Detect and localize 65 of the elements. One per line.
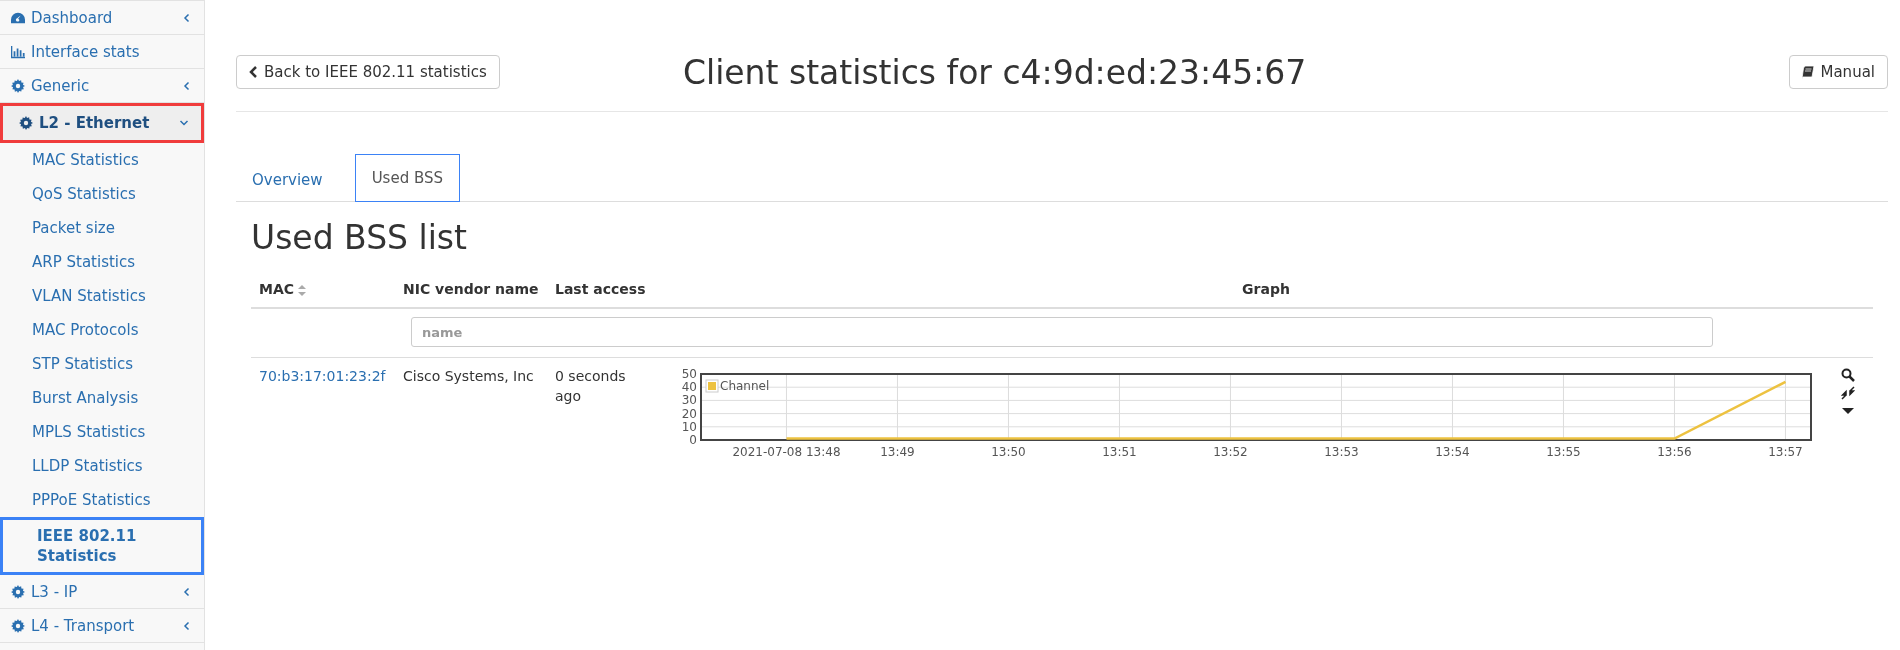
sidebar-subitem[interactable]: MAC Statistics bbox=[0, 143, 204, 177]
y-tick-label: 40 bbox=[681, 380, 697, 395]
x-tick-label: 13:52 bbox=[1213, 445, 1248, 459]
tab[interactable]: Used BSS bbox=[354, 154, 460, 202]
y-tick-label: 0 bbox=[689, 433, 697, 447]
x-tick-label: 13:50 bbox=[991, 445, 1026, 459]
compress-icon[interactable] bbox=[1841, 386, 1855, 400]
back-button[interactable]: Back to IEEE 802.11 statistics bbox=[236, 55, 500, 89]
chart-legend: Channel bbox=[705, 379, 770, 393]
sidebar-subitem[interactable]: ARP Statistics bbox=[0, 245, 204, 279]
sidebar-item[interactable]: Interface stats bbox=[0, 35, 204, 69]
x-tick-label: 13:49 bbox=[880, 445, 915, 459]
sort-icon bbox=[298, 284, 307, 296]
section-title: Used BSS list bbox=[251, 218, 468, 257]
column-header[interactable]: MAC bbox=[251, 271, 395, 307]
legend-label: Channel bbox=[720, 379, 770, 393]
search-icon[interactable] bbox=[1841, 368, 1855, 382]
column-header: NIC vendor name bbox=[402, 280, 540, 299]
sidebar-item[interactable]: L3 - IP bbox=[0, 575, 204, 609]
x-tick-label: 13:56 bbox=[1657, 445, 1692, 459]
sidebar-subitem[interactable]: QoS Statistics bbox=[0, 177, 204, 211]
y-tick-label: 10 bbox=[681, 419, 697, 434]
column-header: Last access bbox=[554, 280, 647, 299]
chevron-down-icon bbox=[179, 118, 189, 128]
sidebar-subitem[interactable]: LLDP Statistics bbox=[0, 449, 204, 483]
chevron-left-icon bbox=[182, 12, 192, 23]
manual-button[interactable]: Manual bbox=[1789, 55, 1888, 89]
x-tick-label: 13:57 bbox=[1768, 445, 1803, 459]
filter-field[interactable]: name bbox=[411, 317, 1713, 347]
bar-chart-icon bbox=[11, 44, 25, 59]
y-tick-label: 20 bbox=[681, 406, 697, 421]
sidebar-item[interactable]: Dashboard bbox=[0, 1, 204, 35]
page-title: Client statistics for c4:9d:ed:23:45:67 bbox=[682, 52, 1307, 92]
chevron-left-icon bbox=[182, 586, 192, 597]
x-tick-label: 13:53 bbox=[1324, 445, 1359, 459]
chevron-left-icon bbox=[182, 620, 192, 631]
chevron-left-icon bbox=[182, 80, 192, 91]
sidebar-subitem[interactable]: Packet size bbox=[0, 211, 204, 245]
sidebar-subitem[interactable]: MPLS Statistics bbox=[0, 415, 204, 449]
x-tick-label: 2021-07-08 13:48 bbox=[732, 445, 841, 459]
sidebar-item[interactable]: L4 - Transport bbox=[0, 609, 204, 643]
y-tick-label: 30 bbox=[681, 393, 697, 408]
gauge-icon bbox=[11, 10, 25, 25]
gear-icon bbox=[11, 584, 25, 599]
sidebar-item[interactable]: L2 - Ethernet bbox=[0, 103, 204, 143]
chevron-left-icon bbox=[249, 66, 258, 78]
table-cell-text: Cisco Systems, Inc bbox=[402, 367, 535, 386]
x-tick-label: 13:54 bbox=[1435, 445, 1470, 459]
y-tick-label: 50 bbox=[681, 368, 697, 381]
sidebar-subitem[interactable]: IEEE 802.11 Statistics bbox=[0, 517, 204, 575]
sidebar-subitem[interactable]: MAC Protocols bbox=[0, 313, 204, 347]
column-header: Graph bbox=[1241, 280, 1291, 299]
book-icon bbox=[1802, 65, 1815, 79]
gear-icon bbox=[11, 78, 25, 93]
x-tick-label: 13:55 bbox=[1546, 445, 1581, 459]
tab[interactable]: Overview bbox=[236, 158, 339, 201]
x-tick-label: 13:51 bbox=[1102, 445, 1137, 459]
table-cell-text: 0 seconds ago bbox=[555, 367, 627, 406]
mac-link[interactable]: 70:b3:17:01:23:2f bbox=[259, 368, 386, 384]
sidebar-subitem[interactable]: Burst Analysis bbox=[0, 381, 204, 415]
sidebar-subitem[interactable]: VLAN Statistics bbox=[0, 279, 204, 313]
gear-icon bbox=[19, 116, 33, 130]
sidebar-subitem[interactable]: PPPoE Statistics bbox=[0, 483, 204, 517]
sidebar-subitem[interactable]: STP Statistics bbox=[0, 347, 204, 381]
gear-icon bbox=[11, 618, 25, 633]
